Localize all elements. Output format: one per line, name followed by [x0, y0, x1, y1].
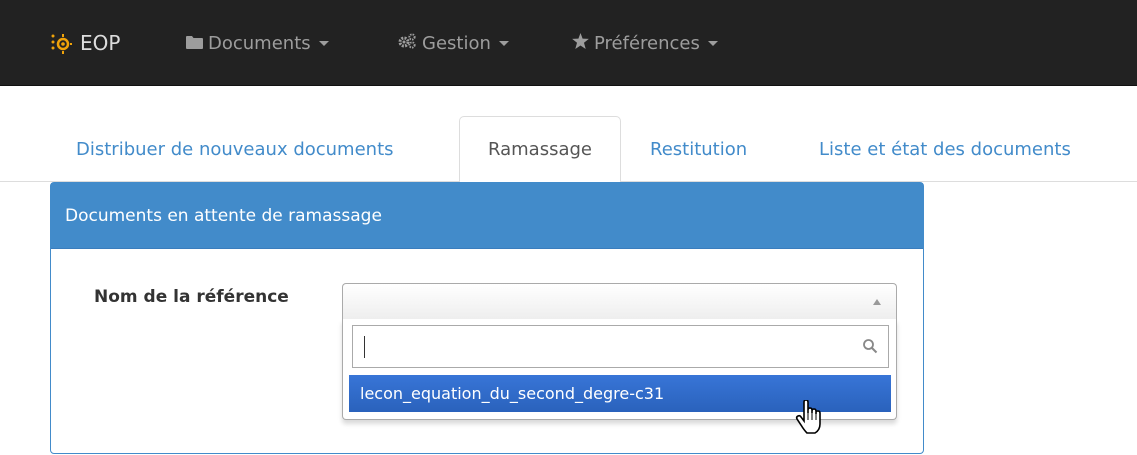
nav-documents-dropdown[interactable]: Documents: [186, 0, 329, 86]
eop-logo-icon: [50, 32, 72, 54]
brand-link[interactable]: EOP: [50, 0, 120, 86]
nav-documents-label: Documents: [208, 32, 311, 54]
hand-pointer-icon: [795, 399, 827, 436]
tab-distribuer[interactable]: Distribuer de nouveaux documents: [76, 116, 394, 182]
dropdown-search-box[interactable]: [352, 325, 889, 368]
nav-preferences-label: Préférences: [594, 32, 700, 54]
panel-heading: Documents en attente de ramassage: [51, 183, 923, 249]
dropdown-search-input[interactable]: [353, 326, 853, 367]
nav-gestion-dropdown[interactable]: Gestion: [397, 0, 509, 86]
nav-preferences-dropdown[interactable]: Préférences: [572, 0, 718, 86]
reference-name-label: Nom de la référence: [94, 287, 289, 307]
reference-select[interactable]: [342, 283, 897, 319]
tab-restitution[interactable]: Restitution: [650, 116, 747, 182]
nav-gestion-label: Gestion: [422, 32, 491, 54]
chevron-up-icon[interactable]: [873, 299, 881, 305]
tab-liste-etat[interactable]: Liste et état des documents: [819, 116, 1071, 182]
document-tabs: Distribuer de nouveaux documents Ramassa…: [0, 116, 1137, 183]
text-caret: [364, 336, 365, 358]
gears-icon: [397, 32, 417, 54]
tab-ramassage[interactable]: Ramassage: [459, 116, 621, 183]
brand-label: EOP: [80, 31, 121, 55]
chevron-down-icon: [707, 40, 718, 46]
folder-icon: [186, 33, 203, 54]
chevron-down-icon: [498, 40, 509, 46]
search-icon: [862, 338, 878, 354]
star-icon: [572, 32, 589, 54]
chevron-down-icon: [318, 40, 329, 46]
top-navbar: EOP Documents Gestion Préférences: [0, 0, 1137, 86]
